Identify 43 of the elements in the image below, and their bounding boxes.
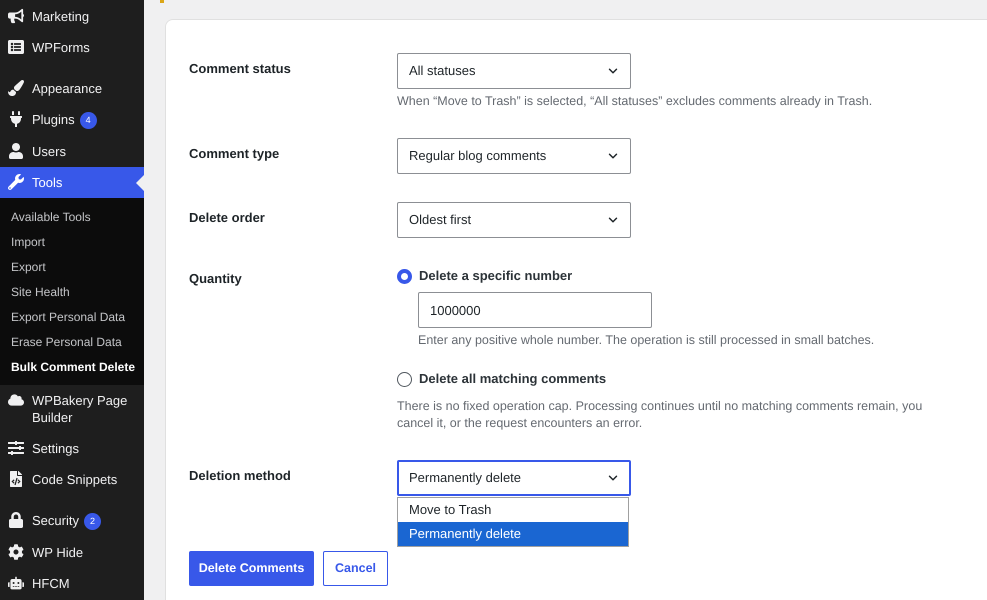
robot-icon (8, 575, 24, 591)
dropdown-option[interactable]: Permanently delete (398, 522, 628, 546)
delete-button[interactable]: Delete Comments (189, 551, 314, 586)
radio-label[interactable]: Delete all matching comments (419, 369, 606, 389)
field-description: There is no fixed operation cap. Processing continues until no matching comments remain, you cancel it, or the request encounters an error. (397, 398, 924, 432)
submenu-item[interactable]: Import (0, 230, 144, 255)
field-label: Quantity (189, 271, 242, 286)
lock-icon (8, 512, 24, 528)
select-dropdown[interactable]: Regular blog comments (397, 138, 631, 174)
field-description: When “Move to Trash” is selected, “All statuses” excludes comments already in Trash. (397, 93, 874, 110)
settings-icon (8, 544, 24, 560)
submenu-item[interactable]: Bulk Comment Delete (0, 355, 144, 380)
paintbrush-icon (8, 80, 24, 96)
cloud-icon (8, 392, 24, 408)
select-dropdown[interactable]: Oldest first (397, 202, 631, 238)
submenu-item[interactable]: Export (0, 255, 144, 280)
field-label: Comment type (189, 146, 280, 161)
count-badge: 4 (80, 112, 97, 129)
submenu-item[interactable]: Erase Personal Data (0, 330, 144, 355)
plug-icon (8, 111, 24, 127)
select-dropdown[interactable]: Permanently delete (397, 460, 631, 496)
wrench-icon (8, 174, 24, 190)
radio-label[interactable]: Delete a specific number (419, 266, 572, 286)
list-icon (8, 39, 24, 55)
count-badge: 2 (84, 513, 101, 530)
field-label: Delete order (189, 210, 265, 225)
radio-button[interactable] (397, 268, 412, 284)
sliders-icon (8, 440, 24, 456)
user-icon (8, 143, 24, 159)
field-label: Comment status (189, 61, 291, 76)
code-file-icon (8, 471, 24, 487)
field-label: Deletion method (189, 468, 291, 483)
field-description: Enter any positive whole number. The operation is still processed in small batches. (418, 332, 876, 349)
cancel-button[interactable]: Cancel (323, 551, 388, 586)
radio-button[interactable] (397, 372, 412, 386)
submenu-item[interactable]: Site Health (0, 280, 144, 305)
sidebar-item[interactable]: Tools (0, 167, 144, 198)
number-field[interactable]: 1000000 (418, 292, 652, 328)
submenu-item[interactable]: Available Tools (0, 205, 144, 230)
megaphone-icon (8, 8, 24, 24)
select-dropdown[interactable]: All statuses (397, 53, 631, 89)
submenu-item[interactable]: Export Personal Data (0, 305, 144, 330)
notice-edge (160, 0, 164, 3)
